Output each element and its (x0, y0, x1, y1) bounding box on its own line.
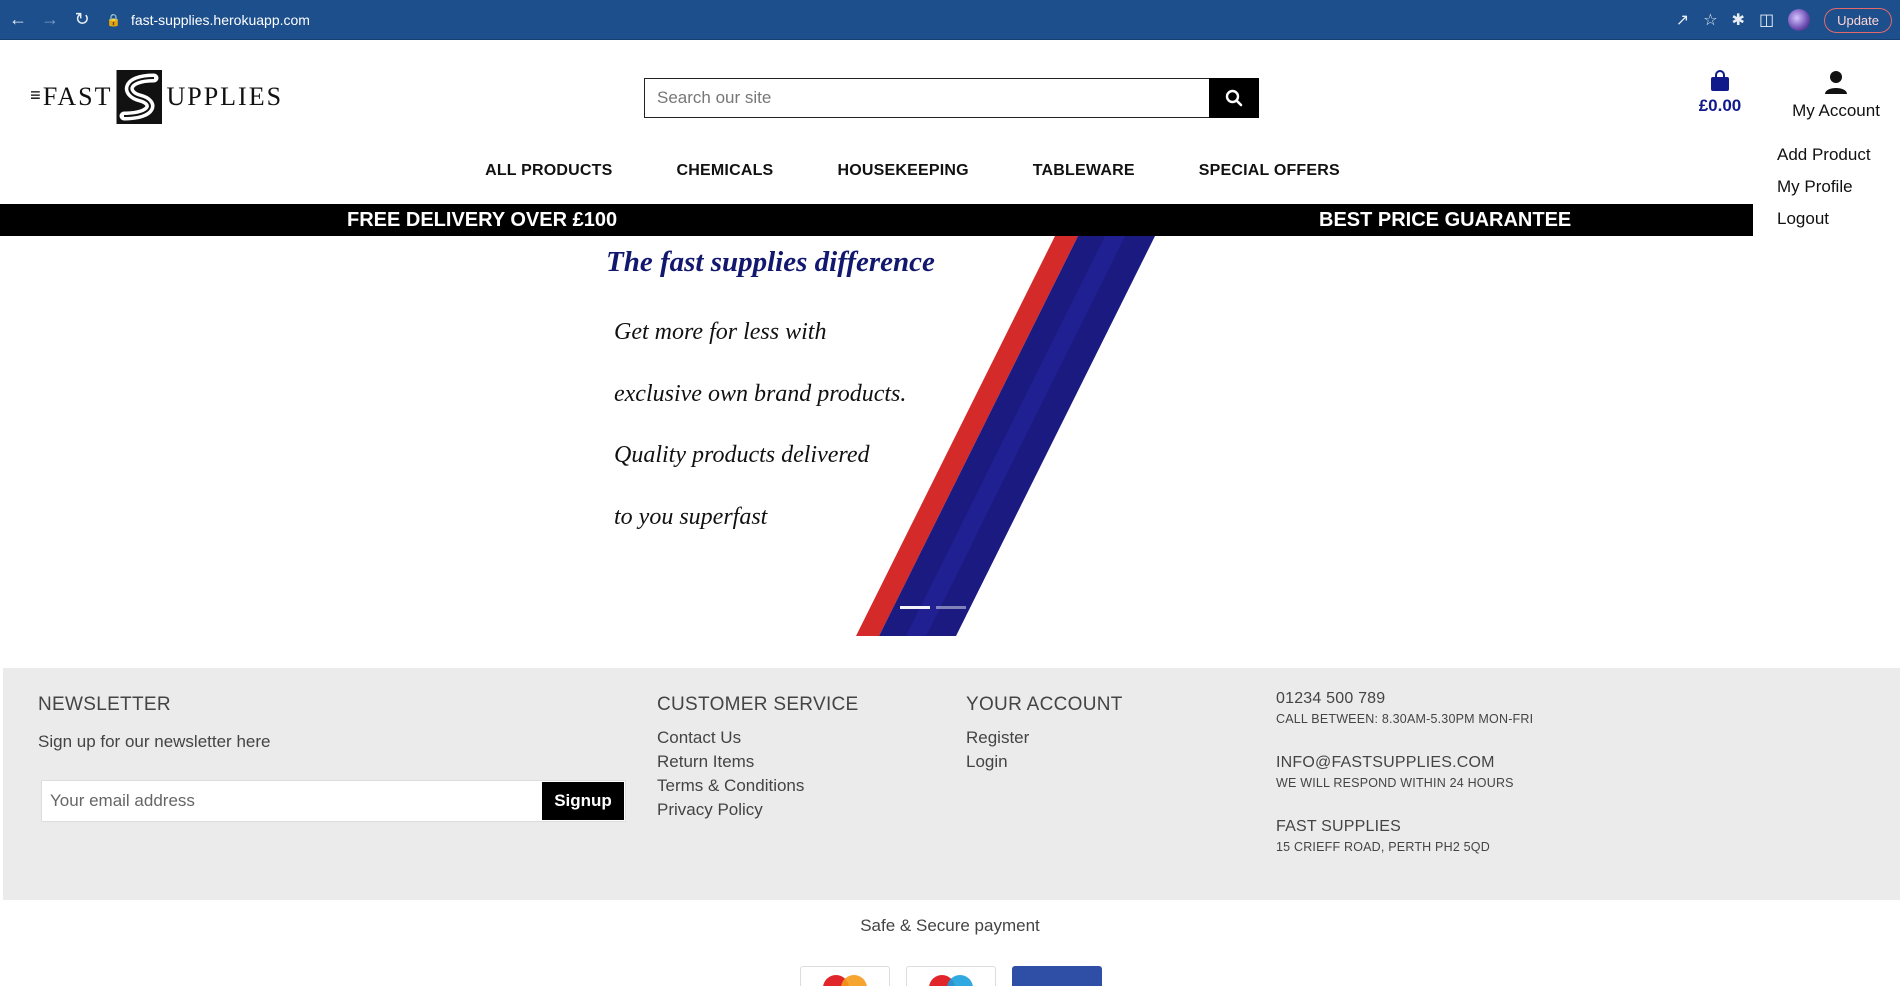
free-delivery-text: FREE DELIVERY OVER £100 (347, 209, 618, 231)
link-contact-us[interactable]: Contact Us (657, 726, 859, 750)
nav-housekeeping[interactable]: HOUSEKEEPING (837, 162, 968, 192)
contact-address: 15 CRIEFF ROAD, PERTH PH2 5QD (1276, 840, 1490, 854)
customer-service-section: CUSTOMER SERVICE Contact Us Return Items… (657, 668, 859, 822)
signup-button[interactable]: Signup (542, 782, 624, 820)
newsletter-email-input[interactable] (42, 781, 542, 821)
speed-lines-icon: ≡ (30, 87, 41, 107)
mastercard-icon (800, 966, 890, 986)
profile-avatar[interactable] (1788, 9, 1811, 31)
main-navigation: ALL PRODUCTS CHEMICALS HOUSEKEEPING TABL… (0, 162, 1900, 192)
hero-text: Get more for less with exclusive own bra… (614, 319, 906, 565)
newsletter-section: NEWSLETTER Sign up for our newsletter he… (38, 668, 270, 752)
hero-line: Get more for less with (614, 319, 827, 345)
your-account-heading: YOUR ACCOUNT (966, 694, 1123, 715)
your-account-section: YOUR ACCOUNT Register Login (966, 668, 1123, 774)
search-button[interactable] (1209, 78, 1259, 118)
carousel-indicators (900, 606, 966, 609)
logo-text-right: UPPLIES (166, 82, 284, 111)
customer-service-heading: CUSTOMER SERVICE (657, 694, 859, 715)
contact-phone[interactable]: 01234 500 789 (1276, 690, 1533, 712)
sidepanel-icon[interactable]: ◫ (1759, 10, 1774, 30)
hero-carousel: The fast supplies difference Get more fo… (0, 236, 1900, 636)
reload-icon[interactable]: ↻ (68, 6, 96, 34)
site-search (644, 78, 1259, 118)
link-return-items[interactable]: Return Items (657, 750, 859, 774)
update-button[interactable]: Update (1824, 7, 1892, 33)
hero-line: to you superfast (614, 503, 768, 530)
contact-phone-hours: CALL BETWEEN: 8.30AM-5.30PM MON-FRI (1276, 712, 1534, 726)
nav-tableware[interactable]: TABLEWARE (1033, 162, 1135, 192)
link-privacy-policy[interactable]: Privacy Policy (657, 798, 859, 822)
carousel-dot-2[interactable] (936, 606, 966, 609)
best-price-text: BEST PRICE GUARANTEE (1319, 209, 1572, 231)
contact-email-note: WE WILL RESPOND WITHIN 24 HOURS (1276, 776, 1514, 790)
shopping-bag-icon (1711, 70, 1729, 91)
contact-company: FAST SUPPLIES (1276, 818, 1402, 835)
hero-stripes-graphic (856, 236, 1155, 636)
nav-chemicals[interactable]: CHEMICALS (677, 162, 774, 192)
newsletter-form: Signup (41, 780, 626, 822)
cart-total: £0.00 (1698, 96, 1742, 115)
star-icon[interactable]: ☆ (1703, 10, 1717, 30)
search-input[interactable] (644, 78, 1209, 118)
user-icon (1825, 71, 1847, 94)
my-account-label: My Account (1792, 101, 1880, 120)
link-terms-conditions[interactable]: Terms & Conditions (657, 774, 859, 798)
promo-banner: FREE DELIVERY OVER £100 BEST PRICE GUARA… (0, 204, 1753, 236)
share-icon[interactable]: ↗ (1676, 10, 1689, 30)
address-bar[interactable]: 🔒 fast-supplies.herokuapp.com (106, 5, 1636, 35)
contact-email[interactable]: INFO@FASTSUPPLIES.COM (1276, 754, 1533, 776)
nav-all-products[interactable]: ALL PRODUCTS (485, 162, 612, 192)
cart-button[interactable]: £0.00 (1694, 70, 1746, 116)
logo-road-s-icon (116, 70, 163, 124)
visa-icon (1012, 966, 1102, 986)
newsletter-subtext: Sign up for our newsletter here (38, 732, 271, 751)
carousel-dot-1[interactable] (900, 606, 930, 609)
secure-payment-label: Safe & Secure payment (860, 916, 1040, 935)
contact-section: 01234 500 789 CALL BETWEEN: 8.30AM-5.30P… (1276, 690, 1533, 882)
hero-line: exclusive own brand products. (614, 380, 907, 407)
payment-cards (800, 966, 1102, 986)
forward-icon[interactable]: → (36, 6, 64, 34)
hero-line: Quality products delivered (614, 442, 870, 468)
maestro-icon (906, 966, 996, 986)
browser-actions: ↗ ☆ ✱ ◫ Update (1676, 0, 1900, 40)
link-login[interactable]: Login (966, 750, 1123, 774)
link-register[interactable]: Register (966, 726, 1123, 750)
browser-toolbar: ← → ↻ 🔒 fast-supplies.herokuapp.com ↗ ☆ … (0, 0, 1900, 40)
site-footer: NEWSLETTER Sign up for our newsletter he… (3, 668, 1900, 900)
site-logo[interactable]: ≡ FAST UPPLIES (30, 68, 281, 126)
logo-text-left: FAST (42, 82, 113, 111)
back-icon[interactable]: ← (4, 6, 32, 34)
my-account-button[interactable]: My Account (1786, 70, 1886, 121)
url-text: fast-supplies.herokuapp.com (130, 12, 310, 28)
search-icon (1225, 89, 1243, 107)
newsletter-heading: NEWSLETTER (38, 694, 171, 715)
extensions-icon[interactable]: ✱ (1732, 10, 1745, 30)
lock-icon: 🔒 (106, 13, 121, 27)
hero-title: The fast supplies difference (606, 246, 935, 278)
nav-special-offers[interactable]: SPECIAL OFFERS (1199, 162, 1340, 192)
account-dropdown: Add Product My Profile Logout (1777, 144, 1871, 240)
